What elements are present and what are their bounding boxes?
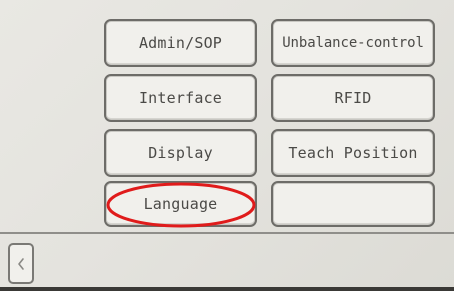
unbalance-control-label: Unbalance-control xyxy=(282,35,424,51)
rfid-button[interactable]: RFID xyxy=(271,74,435,122)
touch-screen: Admin/SOP Unbalance-control Interface RF… xyxy=(0,0,454,291)
screen-bezel-edge xyxy=(0,287,454,291)
chevron-left-icon xyxy=(18,257,24,270)
language-button[interactable]: Language xyxy=(104,181,257,227)
admin-sop-button[interactable]: Admin/SOP xyxy=(104,19,257,67)
display-button[interactable]: Display xyxy=(104,129,257,177)
back-button[interactable] xyxy=(8,243,34,284)
rfid-label: RFID xyxy=(334,89,372,107)
footer-divider xyxy=(0,232,454,234)
display-label: Display xyxy=(148,144,213,162)
interface-button[interactable]: Interface xyxy=(104,74,257,122)
teach-position-label: Teach Position xyxy=(288,144,418,162)
interface-label: Interface xyxy=(138,89,223,107)
admin-sop-label: Admin/SOP xyxy=(138,34,223,52)
empty-menu-button[interactable] xyxy=(271,181,435,227)
language-label: Language xyxy=(143,195,218,213)
unbalance-control-button[interactable]: Unbalance-control xyxy=(271,19,435,67)
teach-position-button[interactable]: Teach Position xyxy=(271,129,435,177)
